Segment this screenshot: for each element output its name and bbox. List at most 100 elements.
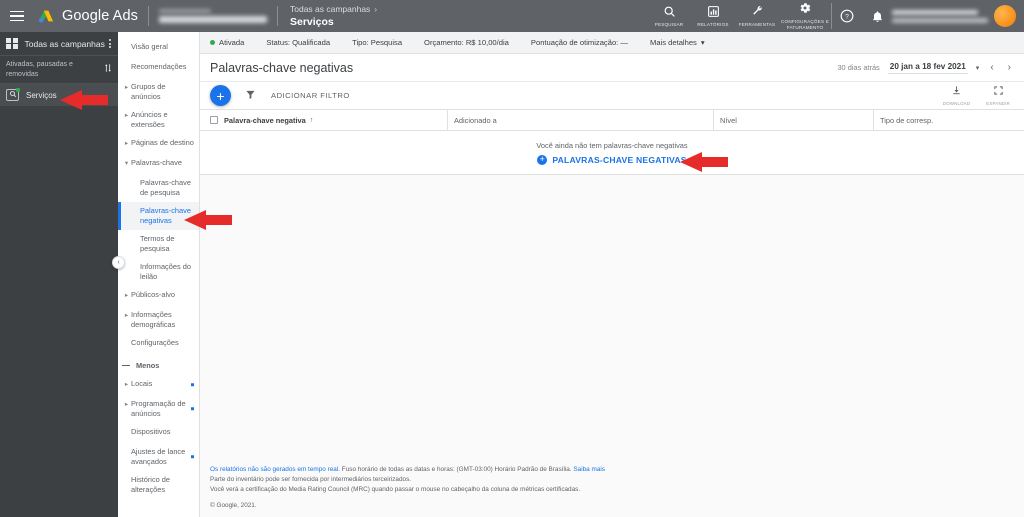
footer-line-3: Você verá a certificação do Media Rating…	[210, 486, 581, 494]
chevron-right-icon: ▸	[124, 380, 129, 388]
table-header-row: Palavra-chave negativa ↑ Adicionado a Ní…	[200, 109, 1024, 131]
sidebar-item-servicos[interactable]: Serviços	[0, 84, 118, 106]
page-title-bar: Palavras-chave negativas 30 dias atrás 2…	[200, 54, 1024, 82]
sidebar-item-label: Ajustes de lance avançados	[131, 446, 186, 466]
account-selector[interactable]	[158, 9, 267, 23]
sidebar-item-hist-rico-de-altera-es[interactable]: Histórico de alterações	[118, 471, 199, 499]
column-header-added-to[interactable]: Adicionado a	[448, 110, 714, 130]
sidebar-item-palavras-chave[interactable]: ▾ Palavras-chave	[118, 154, 199, 174]
column-header-level[interactable]: Nível	[714, 110, 874, 130]
sidebar-item-label: Informações demográficas	[131, 309, 176, 329]
minus-icon	[122, 364, 130, 366]
reports-bar-chart-icon	[707, 5, 720, 20]
sidebar-item-an-ncios-e-extens-es[interactable]: ▸ Anúncios e extensões	[118, 106, 199, 134]
sidebar-item-informa-es-do-leil-o[interactable]: Informações do leilão	[118, 258, 199, 286]
sidebar-item-label: Palavras-chave negativas	[140, 205, 191, 225]
sidebar-item-p-blicos-alvo[interactable]: ▸ Públicos-alvo	[118, 286, 199, 306]
sidebar-item-configura-es[interactable]: Configurações	[118, 334, 199, 354]
sidebar-item-ajustes-de-lance-avan-ados[interactable]: Ajustes de lance avançados	[118, 443, 199, 471]
sidebar-item-vis-o-geral[interactable]: Visão geral	[118, 38, 199, 58]
sidebar-item-label: Anúncios e extensões	[131, 109, 168, 129]
header-search-button[interactable]: Pesquisar	[647, 5, 691, 28]
sidebar-show-less-button[interactable]: Menos	[118, 354, 199, 375]
sidebar-item-label: Páginas de destino	[131, 137, 194, 147]
hamburger-menu-icon[interactable]	[0, 10, 34, 22]
kebab-menu-icon[interactable]	[106, 36, 114, 51]
sort-arrows-icon[interactable]	[103, 63, 113, 76]
header-settings-billing-button[interactable]: Configurações e faturamento	[779, 1, 831, 30]
date-prev-button[interactable]: ‹	[987, 62, 996, 73]
account-id-blurred	[158, 9, 211, 13]
breadcrumb-parent-row[interactable]: Todas as campanhas ›	[290, 4, 377, 14]
all-campaigns-label: Todas as campanhas	[24, 38, 105, 49]
search-campaign-icon	[6, 88, 20, 101]
checkbox-unchecked-icon[interactable]	[210, 116, 218, 124]
status-badge: Ativada	[210, 38, 244, 47]
header-tools-button[interactable]: Ferramentas	[735, 5, 779, 28]
google-ads-logo[interactable]: Google Ads	[34, 6, 138, 26]
sidebar-show-less-label: Menos	[136, 360, 160, 370]
toolbar-right-actions: DOWNLOAD EXPANDIR	[943, 85, 1014, 106]
sidebar-item-label: Grupos de anúncios	[131, 82, 166, 101]
footer-timezone-note: Fuso horário de todas as datas e horas: …	[340, 466, 574, 474]
sidebar-item-termos-de-pesquisa[interactable]: Termos de pesquisa	[118, 230, 199, 258]
svg-text:?: ?	[845, 14, 849, 21]
google-ads-triangle-icon	[38, 10, 54, 23]
bell-icon[interactable]	[862, 10, 892, 23]
sidebar-item-label: Dispositivos	[131, 426, 171, 436]
sidebar-item-recomenda-es[interactable]: Recomendações	[118, 58, 199, 78]
header-reports-label: Relatórios	[697, 21, 729, 27]
sidebar-item-programa-o-de-an-ncios[interactable]: ▸ Programação de anúncios	[118, 395, 199, 423]
avatar[interactable]	[994, 5, 1016, 27]
wrench-tools-icon	[751, 5, 764, 20]
expand-button[interactable]: EXPANDIR	[986, 85, 1010, 106]
grid-apps-icon	[6, 37, 18, 50]
nav-collapse-handle[interactable]: ‹	[112, 256, 125, 269]
column-header-keyword[interactable]: Palavra-chave negativa ↑	[218, 110, 448, 130]
chevron-right-icon: ▸	[124, 311, 129, 319]
sidebar-item-grupos-de-an-ncios[interactable]: ▸ Grupos de anúncios	[118, 78, 199, 106]
top-header-bar: Google Ads Todas as campanhas › Serviços…	[0, 0, 1024, 32]
funnel-filter-icon[interactable]	[245, 87, 256, 105]
page-title: Palavras-chave negativas	[210, 60, 354, 75]
empty-state-add-button[interactable]: + PALAVRAS-CHAVE NEGATIVAS	[537, 154, 687, 165]
header-divider-2	[276, 6, 278, 26]
help-circle-icon[interactable]: ?	[832, 9, 862, 23]
sidebar-item-palavras-chave-de-pesquisa[interactable]: Palavras-chave de pesquisa	[118, 174, 199, 202]
add-filter-button[interactable]: ADICIONAR FILTRO	[271, 91, 350, 100]
empty-state-message: Você ainda não tem palavras-chave negati…	[536, 140, 688, 150]
sidebar-item-dispositivos[interactable]: Dispositivos	[118, 423, 199, 443]
search-icon	[663, 5, 676, 20]
all-campaigns-header[interactable]: Todas as campanhas	[0, 32, 118, 56]
add-negative-keyword-button[interactable]: +	[210, 85, 231, 106]
chevron-right-icon: ›	[374, 4, 377, 14]
footer-line-2: Parte do inventário pode ser fornecida p…	[210, 476, 412, 484]
date-range-value[interactable]: 20 jan a 18 fev 2021	[887, 62, 968, 74]
new-feature-dot	[190, 407, 194, 411]
download-button[interactable]: DOWNLOAD	[943, 85, 970, 106]
footer-learn-more-link[interactable]: Saiba mais	[573, 466, 605, 473]
header-reports-button[interactable]: Relatórios	[691, 5, 735, 28]
caret-down-icon[interactable]: ▾	[976, 64, 980, 72]
chevron-down-icon: ▾	[124, 159, 129, 167]
chevron-right-icon: ▸	[124, 400, 129, 408]
sidebar-item-p-ginas-de-destino[interactable]: ▸ Páginas de destino	[118, 134, 199, 154]
date-next-button[interactable]: ›	[1005, 62, 1014, 73]
sidebar-item-informa-es-demogr-ficas[interactable]: ▸ Informações demográficas	[118, 306, 199, 334]
table-toolbar: + ADICIONAR FILTRO DOWNLOAD EXPANDIR	[200, 82, 1024, 109]
gear-settings-icon	[798, 1, 812, 17]
arrow-up-icon: ↑	[309, 116, 314, 124]
campaign-filter-row[interactable]: Ativadas, pausadas e removidas	[0, 56, 118, 84]
date-range-prefix: 30 dias atrás	[837, 63, 880, 72]
date-range-selector: 30 dias atrás 20 jan a 18 fev 2021 ▾ ‹ ›	[837, 62, 1014, 74]
account-name-blurred	[158, 16, 267, 23]
more-details-button[interactable]: Mais detalhes ▾	[650, 38, 705, 47]
download-icon	[951, 85, 962, 99]
column-header-match-type[interactable]: Tipo de corresp.	[874, 110, 1024, 130]
chevron-down-icon: ▾	[700, 38, 705, 47]
plus-circle-icon: +	[537, 154, 548, 165]
empty-state-add-label: PALAVRAS-CHAVE NEGATIVAS	[552, 154, 687, 165]
sidebar-item-locais[interactable]: ▸ Locais	[118, 375, 199, 395]
sidebar-item-palavras-chave-negativas[interactable]: Palavras-chave negativas	[118, 201, 199, 230]
download-label: DOWNLOAD	[942, 101, 971, 106]
